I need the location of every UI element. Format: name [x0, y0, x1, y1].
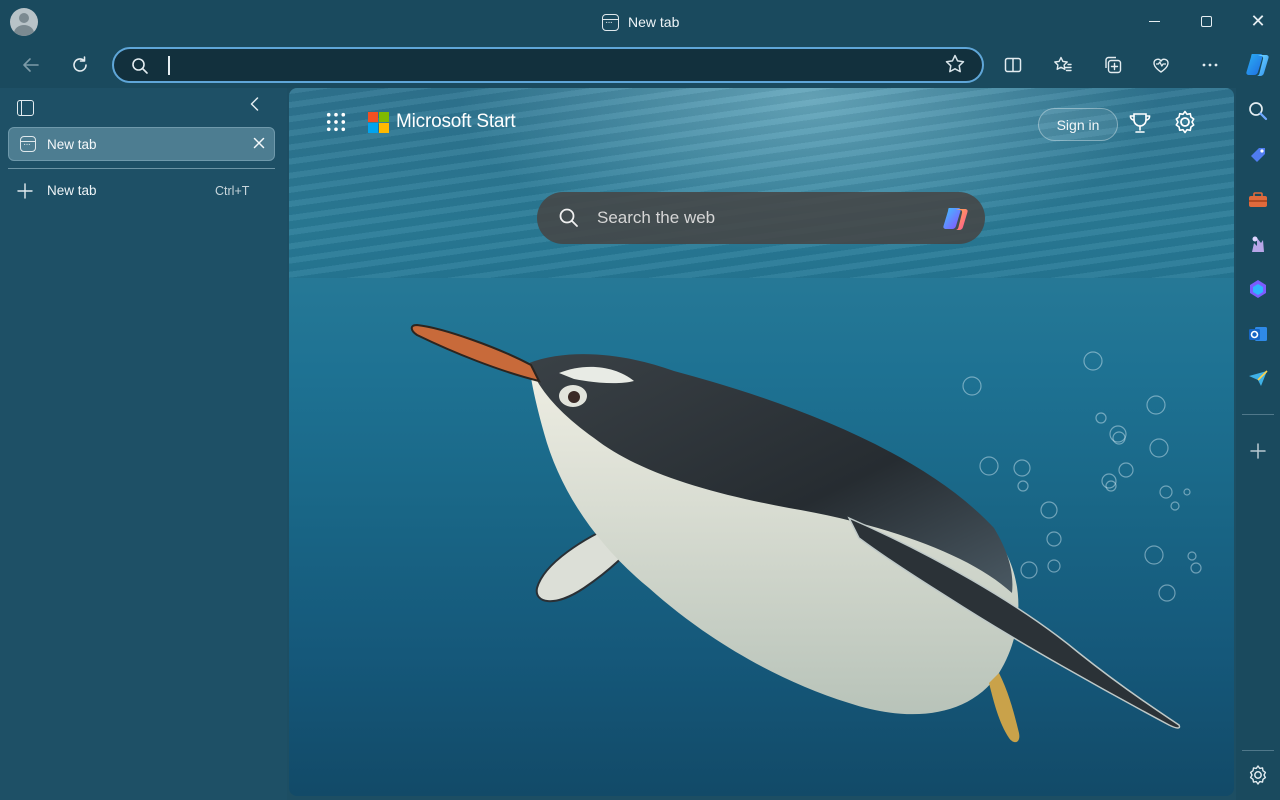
outlook-icon[interactable]: [1247, 323, 1269, 345]
search-icon[interactable]: [1247, 100, 1269, 122]
back-icon: [23, 58, 39, 72]
maximize-button[interactable]: [1180, 0, 1232, 42]
plus-icon: [16, 177, 34, 206]
text-caret: [168, 56, 170, 75]
address-input[interactable]: [172, 53, 932, 77]
vertical-tabs-panel: New tab New tab Ctrl+T: [0, 88, 287, 800]
favorites-button[interactable]: [1046, 49, 1080, 81]
new-tab-button[interactable]: New tab Ctrl+T: [8, 178, 275, 204]
close-tab-button[interactable]: [249, 133, 269, 158]
tab-new-tab[interactable]: New tab: [8, 127, 275, 161]
add-icon[interactable]: [1247, 440, 1269, 462]
favorites-icon: [1054, 56, 1072, 72]
sidebar-divider: [1242, 414, 1274, 415]
close-window-button[interactable]: ✕: [1232, 0, 1280, 42]
search-icon: [132, 58, 148, 74]
sign-in-button[interactable]: Sign in: [1038, 108, 1118, 141]
close-icon: ✕: [1250, 11, 1266, 31]
maximize-icon: [1200, 15, 1212, 27]
title-bar: New tab ✕: [0, 0, 1280, 42]
back-button[interactable]: [14, 49, 48, 81]
window-title: New tab: [602, 12, 679, 32]
close-icon: [253, 137, 265, 149]
browser-essentials-icon: [1153, 58, 1169, 73]
sidebar-divider: [1242, 750, 1274, 751]
microsoft-365-icon[interactable]: [1247, 278, 1269, 300]
refresh-icon: [73, 56, 87, 72]
tools-icon[interactable]: [1247, 189, 1269, 211]
minimize-button[interactable]: [1128, 0, 1180, 42]
web-search-input[interactable]: [597, 206, 917, 230]
settings-icon[interactable]: [1247, 764, 1269, 786]
new-tab-page: Microsoft Start Sign in: [289, 88, 1234, 796]
copilot-icon[interactable]: [939, 204, 975, 234]
copilot-button[interactable]: [1241, 49, 1275, 81]
penguin-image: [410, 323, 1181, 743]
minimize-icon: [1148, 20, 1160, 22]
tab-label: New tab: [47, 137, 97, 152]
collections-button[interactable]: [1096, 49, 1130, 81]
edge-sidebar: [1236, 88, 1280, 800]
divider: [8, 168, 275, 169]
copilot-icon: [1246, 54, 1269, 76]
drop-icon[interactable]: [1247, 367, 1269, 389]
refresh-button[interactable]: [63, 49, 97, 81]
split-screen-button[interactable]: [996, 49, 1030, 81]
shopping-icon[interactable]: [1247, 144, 1269, 166]
more-button[interactable]: [1193, 49, 1227, 81]
new-tab-shortcut: Ctrl+T: [215, 184, 250, 198]
window-title-text: New tab: [628, 14, 680, 30]
games-icon[interactable]: [1247, 233, 1269, 255]
microsoft-logo-icon: [368, 112, 390, 134]
more-icon: [1202, 63, 1218, 67]
profile-avatar[interactable]: [10, 8, 38, 36]
new-tab-page-icon: [602, 13, 619, 31]
rewards-trophy-icon[interactable]: [1127, 110, 1153, 136]
collapse-panel-button[interactable]: [245, 94, 265, 120]
apps-launcher-icon[interactable]: [326, 112, 346, 132]
toolbar: [0, 42, 1280, 88]
tab-actions-icon[interactable]: [17, 100, 34, 116]
favorite-star-icon[interactable]: [944, 53, 966, 75]
chevron-left-icon: [250, 97, 259, 111]
address-bar[interactable]: [112, 47, 984, 83]
new-tab-label: New tab: [47, 183, 97, 198]
browser-essentials-button[interactable]: [1144, 49, 1178, 81]
new-tab-page-icon: [20, 136, 36, 152]
split-screen-icon: [1004, 57, 1022, 73]
web-search-box[interactable]: [537, 192, 985, 244]
brand-title[interactable]: Microsoft Start: [396, 111, 516, 133]
collections-icon: [1105, 56, 1122, 74]
settings-gear-icon[interactable]: [1172, 109, 1198, 135]
search-icon: [559, 208, 578, 227]
